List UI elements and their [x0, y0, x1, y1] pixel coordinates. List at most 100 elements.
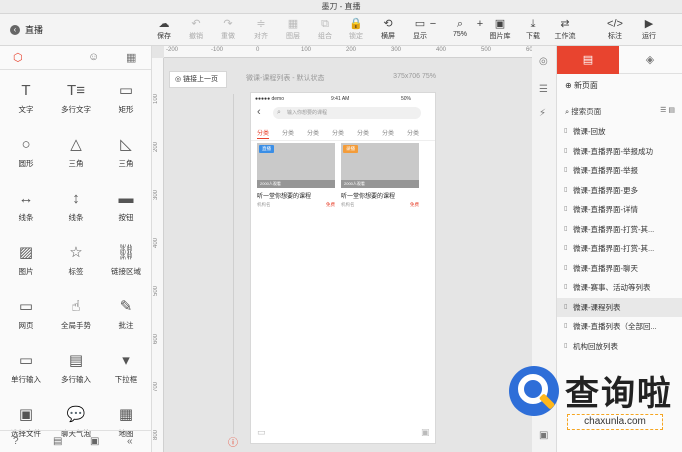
- phone-artboard[interactable]: ●●●●● demo 9:41 AM 50% ‹ ⌕ 输入你想要的课程 分类 分类…: [250, 92, 436, 444]
- help-icon[interactable]: ?: [13, 436, 19, 447]
- help-icon[interactable]: ⓘ: [228, 434, 238, 449]
- page-file-icon: ▯: [564, 167, 568, 173]
- cube-icon[interactable]: ⬡: [13, 51, 23, 64]
- image-icon: ▣: [421, 427, 430, 437]
- component-item[interactable]: △ 三角: [51, 128, 101, 180]
- component-item[interactable]: ▨ 图片: [1, 236, 51, 288]
- layer-button[interactable]: ▦ 图层: [278, 18, 308, 41]
- canvas[interactable]: -200 -100 0 100 200 300 400 500 600 100 200 300 400…: [152, 46, 536, 452]
- page-list-item[interactable]: ▯ 微课-直播列表（全部回...: [557, 317, 682, 337]
- text-icon: T: [21, 82, 31, 99]
- redo-button[interactable]: ↷ 重做: [213, 18, 243, 41]
- course-thumbnail: 直播 2000人观看: [257, 143, 335, 188]
- pages-tab[interactable]: ▤: [557, 46, 619, 74]
- ruler-vertical: 100 200 300 400 500 600 700 800: [152, 58, 164, 452]
- component-item[interactable]: ↕ 线条: [51, 182, 101, 234]
- zoom-level[interactable]: ⌕ 75%: [445, 18, 475, 38]
- undo-button[interactable]: ↶ 撤销: [181, 18, 211, 41]
- layer-icon: ▦: [287, 18, 299, 30]
- back-button[interactable]: ‹ 直播: [10, 23, 43, 36]
- page-file-icon: ▯: [564, 245, 568, 251]
- component-item[interactable]: ○ 圆形: [1, 128, 51, 180]
- component-item[interactable]: ▭ 矩形: [101, 74, 151, 126]
- ruler-tick-label: 800: [153, 430, 159, 441]
- list-view-icon[interactable]: ☰ ▤: [660, 106, 675, 114]
- category-tab[interactable]: 分类: [357, 128, 369, 137]
- component-item[interactable]: ▬ 按钮: [101, 182, 151, 234]
- component-item[interactable]: ▭ 单行输入: [1, 344, 51, 396]
- category-tab[interactable]: 分类: [407, 128, 419, 137]
- scroll-track[interactable]: [233, 94, 234, 434]
- bolt-icon[interactable]: ⚡: [539, 108, 546, 119]
- bag-icon[interactable]: ▣: [90, 436, 99, 447]
- target-icon[interactable]: ◎: [539, 56, 548, 67]
- course-meta: 机构名 免费: [341, 202, 419, 210]
- save-button[interactable]: ☁ 保存: [149, 18, 179, 41]
- page-list-item[interactable]: ▯ 微课-直播界面-详情: [557, 200, 682, 220]
- page-list-item[interactable]: ▯ 机构回放列表: [557, 337, 682, 357]
- page-name: 微课-回放: [573, 127, 606, 136]
- page-list-item[interactable]: ▯ 微课-直播界面-聊天: [557, 259, 682, 279]
- course-card[interactable]: 录播 2000人观看 听一堂你想要的课程 机构名 免费: [341, 143, 419, 210]
- page-search-input[interactable]: ⌕ 搜索页面 ☰ ▤: [565, 106, 675, 118]
- component-item[interactable]: ↔ 线条: [1, 182, 51, 234]
- group-button[interactable]: ⧉ 组合: [310, 18, 340, 41]
- page-list-item[interactable]: ▯ 微课-直播界面-打赏-其...: [557, 220, 682, 240]
- play-icon: ▶: [644, 18, 654, 30]
- component-item[interactable]: ✎ 批注: [101, 290, 151, 342]
- page-list-item[interactable]: ▯ 微课-直播界面-举报: [557, 161, 682, 181]
- link-prev-page-button[interactable]: ◎ 链接上一页: [169, 71, 227, 88]
- component-label: 文字: [18, 105, 34, 114]
- category-tab[interactable]: 分类: [382, 128, 394, 137]
- component-item[interactable]: ☝ 全局手势: [51, 290, 101, 342]
- page-list-item[interactable]: ▯ 微课-回放: [557, 122, 682, 142]
- page-list-item[interactable]: ▯ 微课-直播界面-打赏-其...: [557, 239, 682, 259]
- workflow-button[interactable]: ⇄ 工作流: [550, 18, 580, 41]
- list-icon[interactable]: ☰: [539, 84, 548, 95]
- component-item[interactable]: T 文字: [1, 74, 51, 126]
- component-item[interactable]: ☆ 标签: [51, 236, 101, 288]
- course-card[interactable]: 直播 2000人观看 听一堂你想要的课程 机构名 免费: [257, 143, 335, 210]
- flip-button[interactable]: ⟲ 横屏: [373, 18, 403, 41]
- mark-button[interactable]: </> 标注: [600, 18, 630, 41]
- component-item[interactable]: ⛓ 链接区域: [101, 236, 151, 288]
- align-button[interactable]: ≑ 对齐: [246, 18, 276, 41]
- zoom-out-button[interactable]: −: [427, 18, 439, 31]
- new-page-button[interactable]: ⊕ 新页面: [565, 80, 598, 91]
- page-list: ▯ 微课-回放 ▯ 微课-直播界面-举报成功 ▯ 微课-直播界面-举报 ▯ 微课-直播界面-更…: [557, 122, 682, 356]
- dropdown-icon: ▾: [122, 352, 130, 369]
- category-tab[interactable]: 分类: [332, 128, 344, 137]
- multiline-text-icon: T≡: [67, 82, 85, 99]
- page-list-item[interactable]: ▯ 微课-赛事、活动等列表: [557, 278, 682, 298]
- page-list-item[interactable]: ▯ 微课-直播界面-更多: [557, 181, 682, 201]
- lock-button[interactable]: 🔒 锁定: [341, 18, 371, 41]
- image-icon: ▣: [494, 18, 506, 30]
- category-tab[interactable]: 分类: [257, 128, 270, 139]
- component-panel: ⬡ ☺ ▦ T 文字 T≡ 多行文字 ▭ 矩形 ○ 圆形 △ 三角 ◺ 三角 ↔ 线条 ↕ 线条 ▬ 按钮 ▨ 图片 ☆…: [0, 46, 152, 452]
- page-name: 微课-直播列表（全部回...: [573, 322, 657, 331]
- image-library-button[interactable]: ▣ 图片库: [485, 18, 515, 41]
- component-item[interactable]: ▾ 下拉框: [101, 344, 151, 396]
- emoji-icon[interactable]: ☺: [88, 51, 99, 63]
- run-button[interactable]: ▶ 运行: [634, 18, 664, 41]
- category-tab[interactable]: 分类: [307, 128, 319, 137]
- component-label: 图片: [18, 267, 34, 276]
- category-tab[interactable]: 分类: [282, 128, 294, 137]
- ruler-tick-label: 600: [153, 334, 159, 345]
- component-item[interactable]: ▤ 多行输入: [51, 344, 101, 396]
- layers-tab[interactable]: ◈: [619, 46, 681, 74]
- grid-icon[interactable]: ▦: [126, 51, 136, 64]
- component-item[interactable]: ▭ 网页: [1, 290, 51, 342]
- library-icon[interactable]: ▤: [53, 436, 62, 447]
- component-item[interactable]: T≡ 多行文字: [51, 74, 101, 126]
- download-button[interactable]: ⤓ 下载: [518, 18, 548, 41]
- horizontal-line-icon: ↔: [18, 190, 34, 207]
- page-list-item[interactable]: ▯ 微课-直播界面-举报成功: [557, 142, 682, 162]
- watermark-url: chaxunla.com: [567, 414, 663, 430]
- back-icon[interactable]: ‹: [257, 106, 261, 118]
- multi-input-icon: ▤: [68, 352, 84, 369]
- component-item[interactable]: ◺ 三角: [101, 128, 151, 180]
- page-list-item[interactable]: ▯ 微课-课程列表: [557, 297, 682, 317]
- search-input[interactable]: ⌕ 输入你想要的课程: [273, 107, 421, 119]
- collapse-icon[interactable]: «: [127, 436, 133, 447]
